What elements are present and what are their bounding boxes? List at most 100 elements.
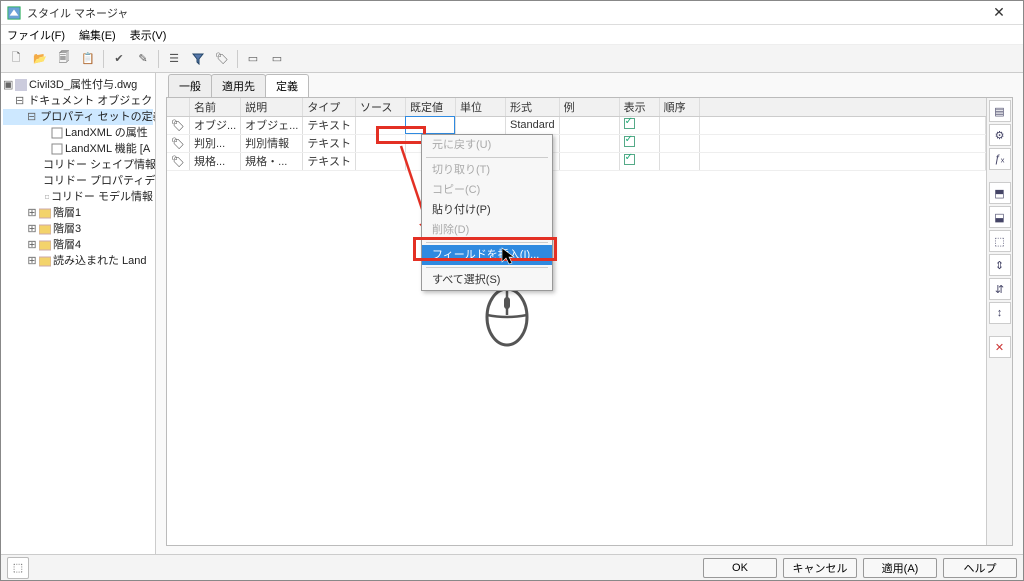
cell-desc[interactable]: 規格・... <box>241 152 303 170</box>
pal-btn-e[interactable]: ⇵ <box>989 278 1011 300</box>
tree-item-corridor-shape[interactable]: コリドー シェイプ情報 <box>3 157 153 173</box>
define-panel: 名前 説明 タイプ ソース 既定値 単位 形式 例 表示 順序 <box>166 97 1013 546</box>
cell-type[interactable]: テキスト <box>303 134 356 152</box>
tab-general[interactable]: 一般 <box>168 74 212 97</box>
pal-btn-delete[interactable]: ✕ <box>989 336 1011 358</box>
cell-disp[interactable] <box>619 116 659 134</box>
col-def[interactable]: 既定値 <box>405 98 455 116</box>
table-row[interactable]: 🏷 判別... 判別情報 テキスト <box>167 134 986 152</box>
pal-btn-a[interactable]: ⬒ <box>989 182 1011 204</box>
tool-nav1-icon[interactable]: ▭ <box>242 48 264 70</box>
tree-docobj-label: ドキュメント オブジェクト <box>28 93 156 109</box>
tree-layer4[interactable]: ⊞階層4 <box>3 237 153 253</box>
menu-view[interactable]: 表示(V) <box>130 27 167 43</box>
nav-tree[interactable]: ▣Civil3D_属性付与.dwg ⊟ドキュメント オブジェクト ⊟プロパティ … <box>1 73 156 554</box>
close-icon[interactable]: ✕ <box>981 4 1017 21</box>
table-row[interactable]: 🏷 オブジ... オブジェ... テキスト Standard <box>167 116 986 134</box>
app-icon <box>7 6 21 20</box>
ctx-undo: 元に戻す(U) <box>422 135 552 155</box>
col-name[interactable]: 名前 <box>189 98 240 116</box>
tool-copy-icon[interactable]: 🗐 <box>53 48 75 70</box>
tree-item-landxml-func[interactable]: LandXML 機能 [A <box>3 141 153 157</box>
tab-define[interactable]: 定義 <box>265 74 309 97</box>
tree-item-landxml-attr[interactable]: LandXML の属性 <box>3 125 153 141</box>
tree-docobj[interactable]: ⊟ドキュメント オブジェクト <box>3 93 153 109</box>
cell-name[interactable]: 規格... <box>189 152 240 170</box>
apply-button[interactable]: 適用(A) <box>863 558 937 578</box>
cell-unit[interactable] <box>455 116 505 134</box>
ctx-copy: コピー(C) <box>422 180 552 200</box>
help-button[interactable]: ヘルプ <box>943 558 1017 578</box>
status-bar: ⬚ OK キャンセル 適用(A) ヘルプ <box>1 554 1023 580</box>
ctx-selectall[interactable]: すべて選択(S) <box>422 270 552 290</box>
pal-btn-formula[interactable]: ƒₓ <box>989 148 1011 170</box>
checkbox-icon[interactable] <box>624 118 635 129</box>
tree-item-label: 階層3 <box>53 221 81 237</box>
row-icon: 🏷 <box>167 116 189 134</box>
table-row[interactable]: 🏷 規格... 規格・... テキスト <box>167 152 986 170</box>
tree-propsetdef[interactable]: ⊟プロパティ セットの定義 <box>3 109 153 125</box>
tool-filter-icon[interactable] <box>187 48 209 70</box>
tool-paste-icon[interactable]: 📋 <box>77 48 99 70</box>
cell-fmt[interactable]: Standard <box>505 116 559 134</box>
tool-open-icon[interactable]: 📂 <box>29 48 51 70</box>
tree-item-corridor-model[interactable]: コリドー モデル情報 <box>3 189 153 205</box>
tab-appliesto[interactable]: 適用先 <box>211 74 266 97</box>
pal-btn-auto[interactable]: ⚙ <box>989 124 1011 146</box>
cancel-button[interactable]: キャンセル <box>783 558 857 578</box>
ctx-insert-field[interactable]: フィールドを挿入(I)... <box>422 245 552 265</box>
tool-find-icon[interactable]: 🏷 <box>211 48 233 70</box>
ok-button[interactable]: OK <box>703 558 777 578</box>
col-unit[interactable]: 単位 <box>455 98 505 116</box>
col-ord[interactable]: 順序 <box>659 98 699 116</box>
definition-grid[interactable]: 名前 説明 タイプ ソース 既定値 単位 形式 例 表示 順序 <box>167 98 986 171</box>
col-disp[interactable]: 表示 <box>619 98 659 116</box>
col-src[interactable]: ソース <box>355 98 405 116</box>
context-menu: 元に戻す(U) 切り取り(T) コピー(C) 貼り付け(P) 削除(D) フィー… <box>421 134 553 291</box>
cell-src[interactable] <box>355 116 405 134</box>
tree-item-label: コリドー プロパティデ <box>43 173 155 189</box>
checkbox-icon[interactable] <box>624 136 635 147</box>
col-type[interactable]: タイプ <box>303 98 356 116</box>
tree-item-corridor-prop[interactable]: コリドー プロパティデ <box>3 173 153 189</box>
tree-loaded-land[interactable]: ⊞読み込まれた Land <box>3 253 153 269</box>
tree-layer3[interactable]: ⊞階層3 <box>3 221 153 237</box>
col-desc[interactable]: 説明 <box>241 98 303 116</box>
col-ex[interactable]: 例 <box>559 98 619 116</box>
cell-desc[interactable]: オブジェ... <box>241 116 303 134</box>
tool-apply-icon[interactable]: ✔ <box>108 48 130 70</box>
pal-btn-c[interactable]: ⬚ <box>989 230 1011 252</box>
cell-desc[interactable]: 判別情報 <box>241 134 303 152</box>
cell-disp[interactable] <box>619 134 659 152</box>
status-icon[interactable]: ⬚ <box>7 557 29 579</box>
checkbox-icon[interactable] <box>624 154 635 165</box>
col-icon <box>167 98 189 116</box>
cell-default-editing[interactable] <box>405 116 455 134</box>
cell-type[interactable]: テキスト <box>303 152 356 170</box>
cell-ord[interactable] <box>659 116 699 134</box>
cell-disp[interactable] <box>619 152 659 170</box>
menu-file[interactable]: ファイル(F) <box>7 27 65 43</box>
cell-ex[interactable] <box>559 116 619 134</box>
tree-layer1[interactable]: ⊞階層1 <box>3 205 153 221</box>
tool-edit-icon[interactable]: ✎ <box>132 48 154 70</box>
pal-btn-f[interactable]: ↕ <box>989 302 1011 324</box>
tree-item-label: 階層1 <box>53 205 81 221</box>
cell-type[interactable]: テキスト <box>303 116 356 134</box>
main-panel: 一般 適用先 定義 名前 説明 タイプ ソース 既定値 単位 <box>156 73 1023 554</box>
tree-root[interactable]: ▣Civil3D_属性付与.dwg <box>3 77 153 93</box>
cell-name[interactable]: オブジ... <box>189 116 240 134</box>
tree-propsetdef-label: プロパティ セットの定義 <box>40 109 156 125</box>
tool-view-icon[interactable]: ☰ <box>163 48 185 70</box>
tree-item-label: コリドー シェイプ情報 <box>43 157 156 173</box>
cell-name[interactable]: 判別... <box>189 134 240 152</box>
pal-btn-b[interactable]: ⬓ <box>989 206 1011 228</box>
menu-edit[interactable]: 編集(E) <box>79 27 116 43</box>
pal-btn-add[interactable]: ▤ <box>989 100 1011 122</box>
tool-nav2-icon[interactable]: ▭ <box>266 48 288 70</box>
pal-btn-d[interactable]: ⇕ <box>989 254 1011 276</box>
col-fmt[interactable]: 形式 <box>505 98 559 116</box>
tree-item-label: コリドー モデル情報 <box>51 189 153 205</box>
tool-new-icon[interactable]: 🗋 <box>5 48 27 70</box>
ctx-paste[interactable]: 貼り付け(P) <box>422 200 552 220</box>
